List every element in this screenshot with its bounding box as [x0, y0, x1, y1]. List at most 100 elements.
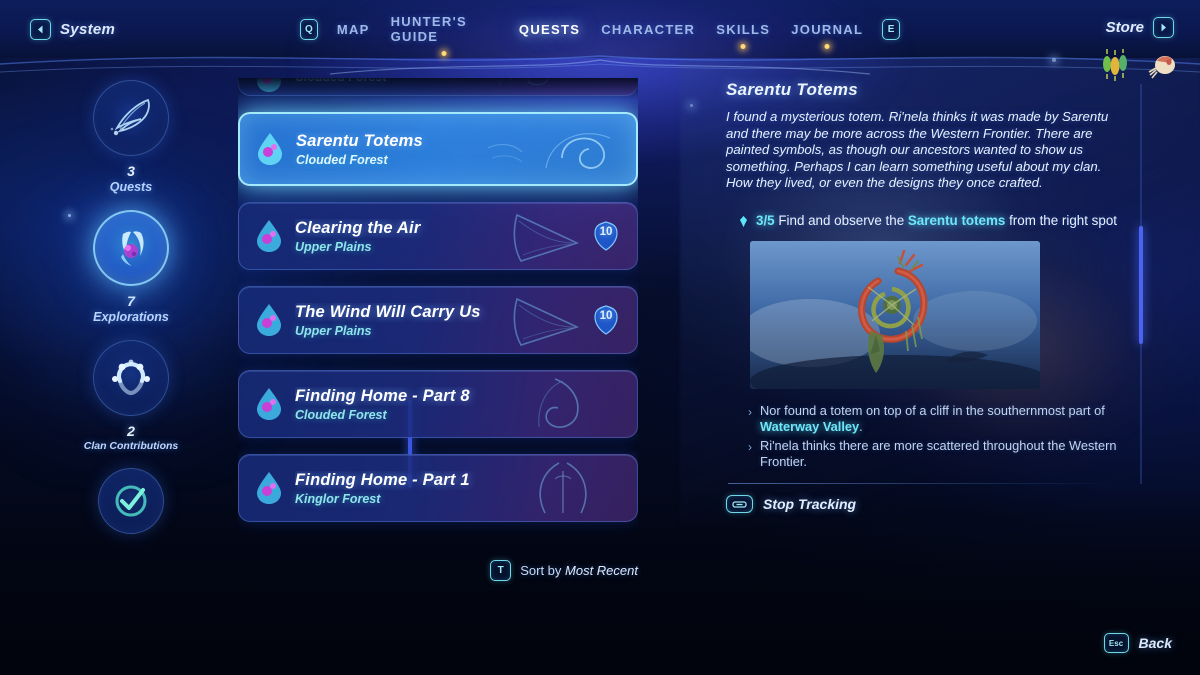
- tab-quests[interactable]: QUESTS: [517, 19, 582, 40]
- hint-text: Ri'nela thinks there are more scattered …: [760, 438, 1126, 470]
- left-arrow-icon: [30, 18, 51, 40]
- chevron-right-icon: ›: [748, 405, 752, 420]
- detail-scrollbar-thumb[interactable]: [1139, 226, 1143, 344]
- objective-text-after: from the right spot: [1005, 212, 1117, 228]
- completed-orb: [98, 468, 164, 534]
- sort-control[interactable]: T Sort by Most Recent: [238, 560, 638, 581]
- quest-subtitle: Upper Plains: [295, 323, 372, 338]
- sidebar-item-quests[interactable]: 3 Quests: [72, 80, 190, 194]
- hint-before: Ri'nela thinks there are more scattered …: [760, 438, 1117, 470]
- objective-highlight: Sarentu totems: [907, 212, 1006, 228]
- sort-prefix: Sort by: [520, 563, 566, 578]
- quest-type-icon: [257, 132, 283, 166]
- sidebar-item-completed[interactable]: [72, 468, 190, 534]
- quest-row-text: Clearing the Air Upper Plains: [295, 219, 593, 254]
- quest-list-item[interactable]: Clearing the Air Upper Plains 10: [238, 202, 638, 270]
- top-navigation-bar: System Q MAP HUNTER'S GUIDE QUESTS CHARA…: [0, 0, 1200, 81]
- hint-text: Nor found a totem on top of a cliff in t…: [760, 403, 1126, 435]
- quest-image: [750, 241, 1040, 390]
- tab-skills-label: SKILLS: [716, 21, 771, 37]
- escape-key-icon: Esc: [1103, 633, 1129, 653]
- tab-journal-label: JOURNAL: [791, 21, 864, 37]
- hint-before: Nor found a totem on top of a cliff in t…: [760, 403, 1105, 419]
- quest-type-icon: [256, 78, 282, 93]
- hint-highlight: Waterway Valley: [760, 419, 860, 435]
- store-label: Store: [1105, 19, 1144, 36]
- quest-list-item[interactable]: Finding Home - Part 1 Kinglor Forest: [238, 454, 638, 522]
- clan-contributions-label: Clan Contributions: [83, 440, 179, 452]
- hint-item: › Ri'nela thinks there are more scattere…: [748, 438, 1126, 470]
- sort-label: Sort by Most Recent: [520, 563, 638, 578]
- nav-prev-key-icon[interactable]: Q: [300, 18, 318, 40]
- clan-contributions-count: 2: [127, 423, 135, 439]
- tab-hunters-guide-label: HUNTER'S GUIDE: [390, 14, 467, 44]
- quest-type-icon: [256, 387, 282, 421]
- tab-hunters-guide[interactable]: HUNTER'S GUIDE: [389, 11, 500, 56]
- decor-spark: [690, 104, 693, 107]
- notification-dot-icon: [441, 51, 447, 56]
- quest-type-icon: [256, 303, 282, 337]
- creature-trophy-icon: [1148, 48, 1178, 82]
- store-button[interactable]: Store: [1106, 17, 1174, 38]
- hint-after: .: [859, 419, 863, 435]
- detail-description: I found a mysterious totem. Ri'nela thin…: [726, 109, 1109, 191]
- tab-character-label: CHARACTER: [601, 21, 696, 37]
- feather-icon: [110, 98, 150, 136]
- sort-key-icon: T: [490, 560, 512, 581]
- system-button[interactable]: System: [30, 18, 116, 40]
- quest-row-text: Finding Home - Part 8 Clouded Forest: [295, 387, 637, 422]
- currency-row: [1100, 48, 1178, 82]
- decor-spark: [1052, 58, 1056, 62]
- sort-value: Most Recent: [565, 563, 638, 578]
- objective-text: 3/5 Find and observe the Sarentu totems …: [756, 212, 1117, 230]
- quest-list-item-selected[interactable]: Sarentu Totems Clouded Forest: [238, 112, 638, 186]
- quest-type-icon: [256, 219, 282, 253]
- quest-list-scroll-area[interactable]: Clouded Forest Sarent: [238, 78, 638, 568]
- quest-level-value: 10: [599, 226, 613, 238]
- tab-map-label: MAP: [336, 21, 370, 37]
- back-button[interactable]: Esc Back: [1103, 633, 1172, 653]
- stop-tracking-button[interactable]: Stop Tracking: [726, 495, 1126, 514]
- nav-next-key-icon[interactable]: E: [882, 18, 900, 40]
- wings-orb-icon: [121, 231, 144, 266]
- quest-row-text: Finding Home - Part 1 Kinglor Forest: [295, 471, 637, 506]
- quest-row-text: The Wind Will Carry Us Upper Plains: [295, 303, 593, 338]
- quest-row-text: Clouded Forest: [295, 78, 637, 84]
- quest-title: The Wind Will Carry Us: [295, 302, 481, 321]
- quest-level-value: 10: [599, 310, 613, 322]
- system-label: System: [60, 20, 116, 38]
- clan-ring-icon: [112, 359, 150, 396]
- explorations-orb: [93, 210, 169, 286]
- quest-row-text: Sarentu Totems Clouded Forest: [296, 132, 636, 167]
- stop-tracking-label: Stop Tracking: [763, 496, 857, 513]
- quest-level-badge: 10: [593, 221, 619, 251]
- tab-skills[interactable]: SKILLS: [714, 19, 772, 49]
- quest-subtitle: Clouded Forest: [295, 78, 637, 84]
- quest-subtitle: Kinglor Forest: [295, 491, 381, 506]
- tab-journal[interactable]: JOURNAL: [789, 19, 865, 49]
- quest-title: Clearing the Air: [295, 218, 421, 237]
- sidebar-item-explorations[interactable]: 7 Explorations: [72, 210, 190, 324]
- check-icon: [115, 485, 147, 517]
- tab-map[interactable]: MAP: [335, 19, 372, 40]
- objective-text-before: Find and observe the: [774, 212, 908, 228]
- tab-character[interactable]: CHARACTER: [599, 19, 697, 40]
- category-sidebar: 3 Quests 7 Explorations 2 Clan Contribut…: [72, 80, 190, 550]
- quest-list-item[interactable]: Finding Home - Part 8 Clouded Forest: [238, 370, 638, 438]
- sidebar-item-clan-contributions[interactable]: 2 Clan Contributions: [72, 340, 190, 452]
- objective-row: 3/5 Find and observe the Sarentu totems …: [726, 212, 1126, 230]
- notification-dot-icon: [824, 43, 830, 49]
- tab-quests-label: QUESTS: [518, 21, 581, 37]
- quest-list-item[interactable]: The Wind Will Carry Us Upper Plains 10: [238, 286, 638, 354]
- hint-item: › Nor found a totem on top of a cliff in…: [748, 403, 1126, 435]
- objective-progress: 3/5: [756, 212, 775, 228]
- quest-subtitle: Clouded Forest: [295, 407, 387, 422]
- quest-list-item[interactable]: Clouded Forest: [238, 78, 638, 96]
- objective-bullet-icon: [740, 215, 747, 227]
- quests-label: Quests: [109, 180, 153, 194]
- quest-subtitle: Upper Plains: [295, 239, 372, 254]
- detail-title: Sarentu Totems: [726, 80, 859, 99]
- main-nav: Q MAP HUNTER'S GUIDE QUESTS CHARACTER SK…: [300, 11, 900, 56]
- back-label: Back: [1138, 635, 1172, 651]
- quest-level-badge: 10: [593, 305, 619, 335]
